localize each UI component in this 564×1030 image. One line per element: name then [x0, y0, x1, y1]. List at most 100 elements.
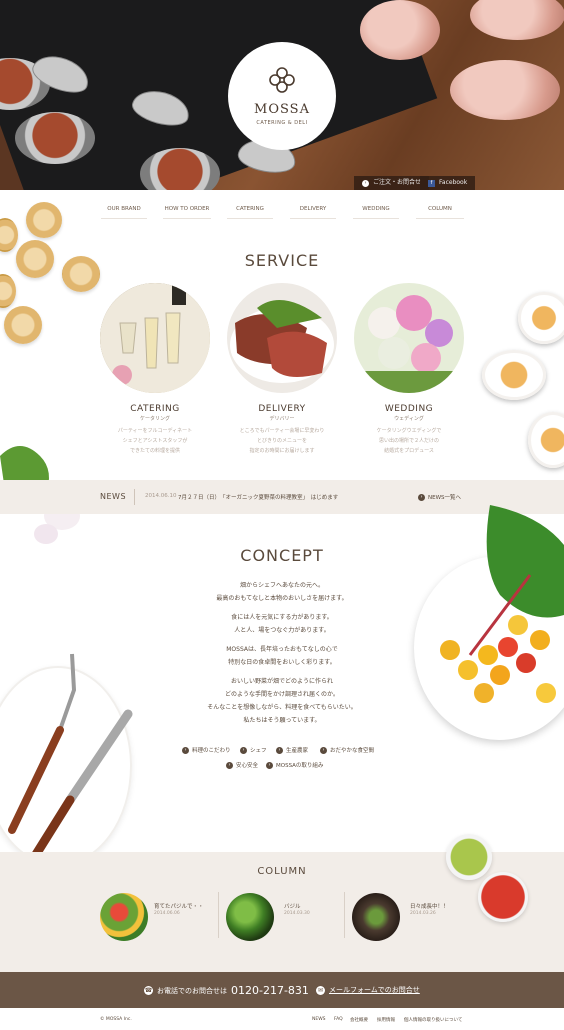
- nav-item-wedding[interactable]: WEDDING: [353, 203, 399, 219]
- column-divider: [218, 892, 219, 938]
- footer-link-recruit[interactable]: 採用情報: [377, 1017, 395, 1023]
- tomato-salad-icon: [440, 505, 564, 703]
- tag-link[interactable]: › おだやかな食空間: [320, 746, 374, 754]
- nav-item-how-to-order[interactable]: HOW TO ORDER: [163, 203, 211, 219]
- gratin-dish-image: [518, 292, 564, 344]
- facebook-button[interactable]: f Facebook: [420, 176, 476, 190]
- footer-link-privacy[interactable]: 個人情報の取り扱いについて: [404, 1017, 462, 1023]
- column-thumb-image[interactable]: [100, 893, 148, 941]
- column-title: COLUMN: [257, 866, 307, 877]
- catering-image[interactable]: [100, 283, 210, 393]
- brand-name: MOSSA: [254, 102, 310, 117]
- concept-text: 最高のおもてなしと本物のおいしさを届けます。: [216, 595, 348, 602]
- arrow-right-icon: ›: [226, 761, 233, 769]
- concept-text: そんなことを想像しながら、料理を食べてもらいたい。: [207, 704, 357, 711]
- column-thumb-image[interactable]: [352, 893, 400, 941]
- service-title: SERVICE: [244, 251, 320, 270]
- tag-link[interactable]: › 安心安全: [226, 761, 258, 769]
- footer-link-faq[interactable]: FAQ: [334, 1017, 343, 1022]
- catering-kana: ケータリング: [139, 416, 170, 422]
- gratin-dish-image: [528, 412, 564, 468]
- tag-link[interactable]: › MOSSAの取り組み: [266, 761, 323, 769]
- concept-text: 私たちはそう願っています。: [243, 717, 321, 724]
- spoon-dish-image: [15, 112, 95, 164]
- concept-text: 食には人を元気にする力があります。: [231, 614, 333, 621]
- red-sauce-cup-image: [478, 872, 528, 922]
- footer: © MOSSA Inc. NEWS FAQ 会社概要 採用情報 個人情報の取り扱…: [0, 1008, 564, 1030]
- column-item-date: 2014.03.30: [284, 911, 310, 916]
- arrow-right-icon: ›: [276, 746, 283, 754]
- arrow-right-icon: ›: [362, 179, 369, 187]
- tart-image: [4, 306, 42, 344]
- catering-title[interactable]: CATERING: [100, 404, 210, 414]
- hero-banner: MOSSA CATERING & DELI › ご注文・お問合せ f Faceb…: [0, 0, 564, 190]
- delivery-kana: デリバリー: [269, 416, 295, 422]
- concept-text: 人と人、場をつなぐ力があります。: [234, 627, 330, 634]
- ham-roll-image: [360, 0, 440, 60]
- wedding-desc: ケータリングウエディングで 思い出の場所で２人だけの 結婚式をプロデュース: [376, 428, 442, 454]
- brand-logo[interactable]: MOSSA CATERING & DELI: [228, 42, 336, 150]
- wedding-kana: ウェディング: [394, 416, 424, 422]
- phone-contact[interactable]: ☎ お電話でのお問合せは 0120-217-831: [144, 984, 309, 997]
- tag-link[interactable]: › 料理のこだわり: [182, 746, 231, 754]
- news-list-link[interactable]: › NEWS一覧へ: [418, 493, 461, 501]
- concept-text: 畑からシェフへあなたの元へ。: [239, 582, 324, 589]
- column-thumb-image[interactable]: [226, 893, 274, 941]
- facebook-label: Facebook: [439, 179, 468, 186]
- column-item-date: 2014.06.06: [154, 911, 180, 916]
- flower-bouquet-icon: [354, 283, 464, 393]
- phone-number: 0120-217-831: [231, 984, 309, 997]
- tart-image: [0, 218, 18, 252]
- nav-item-catering[interactable]: CATERING: [227, 203, 273, 219]
- tag-link[interactable]: › 生産農家: [276, 746, 308, 754]
- global-nav: OUR BRAND HOW TO ORDER CATERING DELIVERY…: [0, 203, 564, 219]
- delivery-image[interactable]: [227, 283, 337, 393]
- news-divider: [134, 489, 135, 505]
- column-item-title[interactable]: 育てたパジルで・・: [154, 902, 204, 910]
- tag-link[interactable]: › シェフ: [240, 746, 267, 754]
- order-contact-button[interactable]: › ご注文・お問合せ: [354, 176, 430, 190]
- brand-tagline: CATERING & DELI: [256, 120, 308, 126]
- contact-bar: ☎ お電話でのお問合せは 0120-217-831 ✉ メールフォームでのお問合…: [0, 972, 564, 1008]
- column-item-title[interactable]: バジル: [284, 902, 301, 910]
- mail-icon: ✉: [316, 985, 325, 995]
- nav-item-our-brand[interactable]: OUR BRAND: [101, 203, 147, 219]
- news-list-label: NEWS一覧へ: [428, 495, 462, 501]
- concept-title: CONCEPT: [240, 546, 324, 565]
- concept-text: どのような手間をかけ調理され届くのか。: [225, 691, 339, 698]
- tart-image: [0, 274, 16, 308]
- mail-form-link[interactable]: ✉ メールフォームでのお問合せ: [316, 985, 420, 995]
- footer-link-company[interactable]: 会社概要: [350, 1017, 368, 1023]
- column-divider: [344, 892, 345, 938]
- gratin-dish-image: [482, 350, 546, 400]
- wedding-image[interactable]: [354, 283, 464, 393]
- roast-beef-plate-icon: [227, 283, 337, 393]
- nav-item-column[interactable]: COLUMN: [416, 203, 464, 219]
- concept-text: MOSSAは、長年培ったおもてなしの心で: [226, 646, 338, 653]
- phone-label: お電話でのお問合せは: [157, 986, 227, 995]
- arrow-right-icon: ›: [266, 761, 273, 769]
- column-item-title[interactable]: 日々成長中！！: [410, 902, 449, 910]
- news-headline[interactable]: 7月２７日（日） 「オーガニック夏野菜の料理教室」 はじめます: [178, 493, 338, 501]
- footer-link-news[interactable]: NEWS: [312, 1017, 326, 1022]
- delivery-desc: ところでもパーティー会場に早変わり とびきりのメニューを 指定のお時間にお届けします: [239, 428, 325, 454]
- order-contact-label: ご注文・お問合せ: [373, 179, 422, 186]
- column-item-date: 2014.03.26: [410, 911, 436, 916]
- concept-text: 特別な日の食卓間をおいしく彩ります。: [228, 659, 336, 666]
- news-date: 2014.06.10: [145, 493, 177, 499]
- champagne-glasses-icon: [100, 283, 210, 393]
- ham-roll-image: [450, 60, 560, 120]
- wedding-title[interactable]: WEDDING: [354, 404, 464, 414]
- knot-logo-icon: [269, 67, 295, 93]
- phone-icon: ☎: [144, 986, 153, 995]
- facebook-icon: f: [428, 179, 435, 187]
- arrow-right-icon: ›: [240, 746, 247, 754]
- nav-item-delivery[interactable]: DELIVERY: [290, 203, 336, 219]
- concept-text: おいしい野菜が畑でどのように作られ: [230, 678, 333, 685]
- news-label: NEWS: [100, 492, 127, 501]
- delivery-title[interactable]: DELIVERY: [227, 404, 337, 414]
- arrow-right-icon: ›: [182, 746, 189, 754]
- catering-desc: パーティーをフルコーディネート シェフとアシストスタッフが できたての料理を提供: [117, 428, 193, 454]
- copyright: © MOSSA Inc.: [100, 1017, 132, 1022]
- arrow-right-icon: ›: [320, 746, 327, 754]
